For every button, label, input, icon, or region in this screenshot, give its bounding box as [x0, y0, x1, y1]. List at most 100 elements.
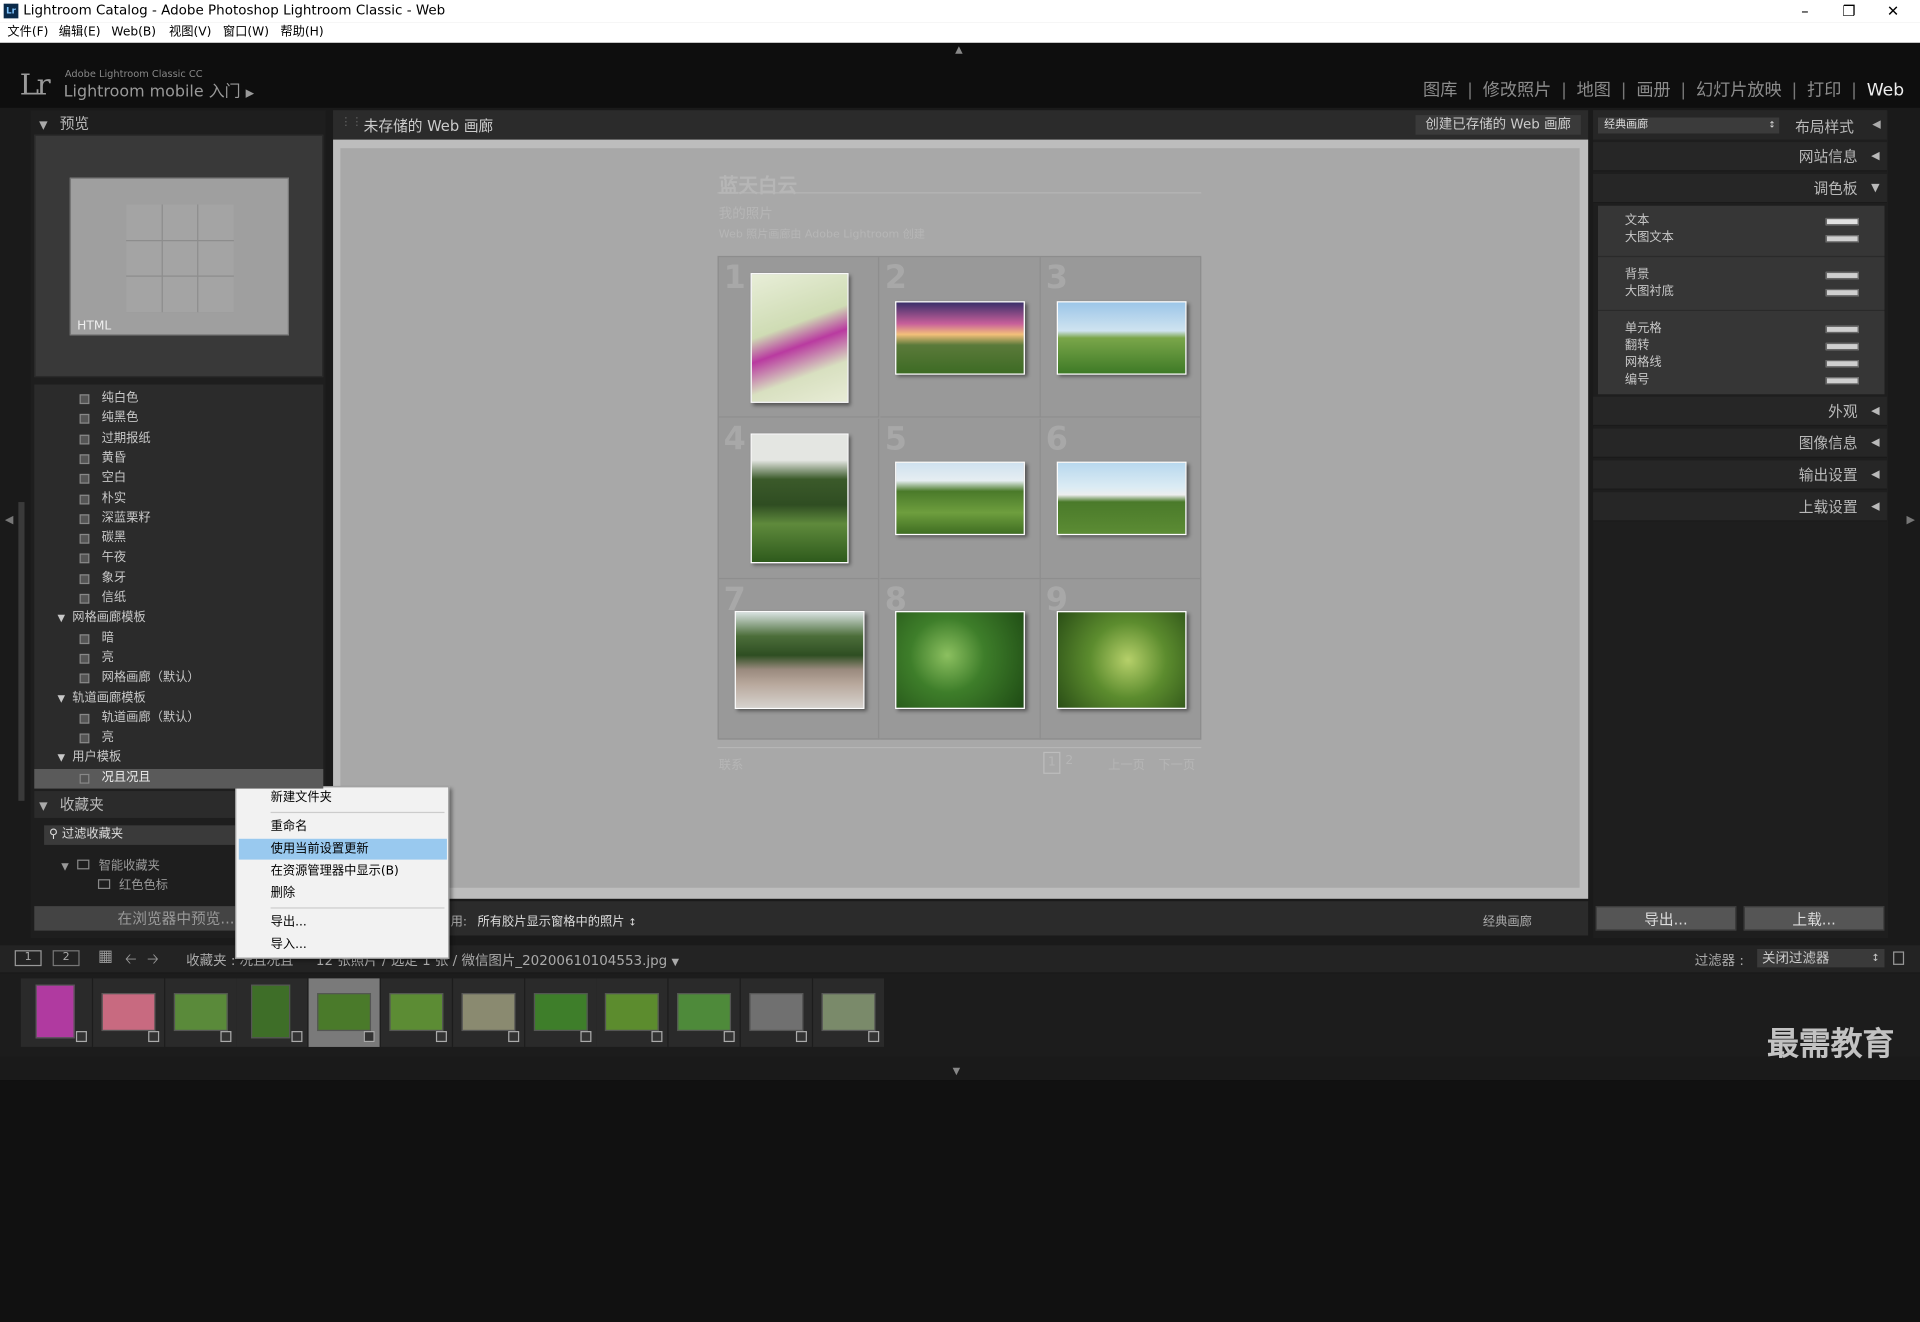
maximize-icon[interactable]: ❐ [1827, 0, 1871, 22]
menu-window[interactable]: 窗口(W) [223, 22, 269, 43]
photo-thumbnail[interactable] [895, 610, 1025, 709]
collapse-top-icon[interactable]: ▲ [955, 44, 963, 55]
pager-prev[interactable]: 上一页 [1108, 754, 1145, 772]
template-item[interactable]: 空白 [34, 469, 323, 489]
grid-view-icon[interactable]: ▦ [98, 948, 113, 966]
upload-button[interactable]: 上载... [1743, 906, 1885, 931]
template-item[interactable]: 亮 [34, 649, 323, 669]
photo-thumbnail[interactable] [1056, 300, 1186, 375]
photo-thumbnail[interactable] [895, 461, 1025, 536]
photo-thumbnail[interactable] [750, 272, 848, 403]
photo-thumbnail[interactable] [1056, 461, 1186, 536]
filmstrip-thumb[interactable] [92, 978, 164, 1047]
template-item[interactable]: 网格画廊（默认） [34, 669, 323, 689]
collapse-bottom-icon[interactable]: ▼ [953, 1065, 961, 1076]
template-item[interactable]: 信纸 [34, 589, 323, 609]
menu-view[interactable]: 视图(V) [169, 22, 211, 43]
template-folder[interactable]: ▼ 网格画廊模板 [34, 609, 323, 629]
filmstrip-thumb[interactable] [164, 978, 236, 1047]
forward-arrow-icon[interactable]: 🡢 [147, 948, 159, 974]
section-header[interactable]: 网站信息 ◀ [1593, 142, 1887, 172]
section-header[interactable]: 上载设置 ◀ [1593, 492, 1887, 522]
view-button-primary[interactable]: 1 [14, 950, 42, 967]
smart-collections-folder[interactable]: ▼ 智能收藏夹 [61, 855, 160, 873]
color-swatch[interactable] [1825, 360, 1859, 368]
template-item[interactable]: 象牙 [34, 569, 323, 589]
menu-help[interactable]: 帮助(H) [280, 22, 323, 43]
filmstrip-thumb[interactable] [524, 978, 596, 1047]
module-print[interactable]: 打印 [1807, 81, 1841, 101]
back-arrow-icon[interactable]: 🡠 [125, 948, 137, 974]
context-menu-item[interactable]: 重命名 [239, 817, 447, 838]
template-item[interactable]: 纯白色 [34, 389, 323, 409]
module-map[interactable]: 地图 [1577, 81, 1611, 101]
pager-next[interactable]: 下一页 [1158, 754, 1195, 772]
pager-page-1[interactable]: 1 [1043, 751, 1061, 774]
module-slideshow[interactable]: 幻灯片放映 [1696, 81, 1782, 101]
filmstrip-thumb[interactable] [20, 978, 92, 1047]
color-swatch[interactable] [1825, 217, 1859, 226]
filmstrip-thumb[interactable] [596, 978, 668, 1047]
template-item[interactable]: 过期报纸 [34, 429, 323, 449]
filter-lock-icon[interactable] [1893, 951, 1905, 965]
layout-select[interactable]: 经典画廊 ↕ [1597, 117, 1780, 134]
menu-file[interactable]: 文件(F) [7, 22, 48, 43]
module-library[interactable]: 图库 [1423, 81, 1457, 101]
color-swatch[interactable] [1825, 342, 1859, 351]
preview-panel-header[interactable]: ▼ 预览 [34, 110, 323, 137]
color-swatch[interactable] [1825, 377, 1859, 385]
minimize-icon[interactable]: – [1783, 0, 1827, 22]
photo-thumbnail[interactable] [895, 300, 1025, 375]
left-scrollbar[interactable] [18, 502, 25, 801]
filmstrip-thumb[interactable] [236, 978, 308, 1047]
section-header[interactable]: 外观 ◀ [1593, 396, 1887, 427]
filmstrip-thumb[interactable] [308, 978, 380, 1047]
filter-collections-field[interactable]: ⚲ 过滤收藏夹 [44, 825, 241, 845]
right-panel-toggle-icon[interactable]: ▶ [1907, 514, 1915, 526]
template-folder[interactable]: ▼ 用户模板 [34, 749, 323, 769]
template-item[interactable]: 况且况且 [34, 768, 324, 789]
context-menu-item[interactable]: 导入... [239, 934, 447, 955]
context-menu-item[interactable]: 新建文件夹 [239, 787, 447, 808]
photo-thumbnail[interactable] [750, 433, 848, 564]
template-folder[interactable]: ▼ 轨道画廊模板 [34, 689, 323, 709]
template-item[interactable]: 深蓝栗籽 [34, 509, 323, 529]
color-swatch[interactable] [1825, 235, 1859, 243]
module-web[interactable]: Web [1867, 81, 1904, 101]
module-develop[interactable]: 修改照片 [1483, 81, 1552, 101]
template-item[interactable]: 纯黑色 [34, 409, 323, 429]
section-header[interactable]: 图像信息 ◀ [1593, 428, 1887, 458]
close-icon[interactable]: ✕ [1871, 0, 1915, 22]
filmstrip-thumb[interactable] [452, 978, 524, 1047]
filmstrip-thumb[interactable] [380, 978, 452, 1047]
section-header[interactable]: 输出设置 ◀ [1593, 460, 1887, 490]
menu-web[interactable]: Web(B) [111, 22, 156, 43]
template-item[interactable]: 黄昏 [34, 449, 323, 469]
template-item[interactable]: 轨道画廊（默认） [34, 709, 323, 729]
section-header[interactable]: 调色板 ▼ [1593, 173, 1887, 204]
filmstrip-thumb[interactable] [740, 978, 812, 1047]
color-swatch[interactable] [1825, 288, 1859, 297]
context-menu-item[interactable]: 导出... [239, 912, 447, 933]
collapse-left-icon[interactable]: ◀ [1872, 119, 1880, 131]
view-button-secondary[interactable]: 2 [52, 950, 80, 967]
menu-edit[interactable]: 编辑(E) [59, 22, 101, 43]
color-swatch[interactable] [1825, 271, 1859, 280]
export-button[interactable]: 导出... [1595, 906, 1737, 931]
filter-dropdown[interactable]: 关闭过滤器 ↕ [1757, 948, 1885, 968]
mobile-intro-link[interactable]: Lightroom mobile 入门 ▶ [64, 78, 254, 101]
filmstrip-thumb[interactable] [668, 978, 740, 1047]
template-item[interactable]: 亮 [34, 729, 323, 749]
template-item[interactable]: 朴实 [34, 489, 323, 509]
module-book[interactable]: 画册 [1636, 81, 1670, 101]
context-menu-item[interactable]: 删除 [239, 883, 447, 904]
photo-thumbnail[interactable] [1056, 610, 1186, 709]
use-dropdown[interactable]: 所有胶片显示窗格中的照片 ↕ [478, 911, 637, 929]
create-saved-gallery-button[interactable]: 创建已存储的 Web 画廊 [1415, 115, 1581, 135]
template-item[interactable]: 午夜 [34, 549, 323, 569]
template-item[interactable]: 碳黑 [34, 529, 323, 549]
pager-page-2[interactable]: 2 [1065, 754, 1073, 767]
filmstrip-thumb[interactable] [812, 978, 884, 1047]
color-swatch[interactable] [1825, 325, 1859, 334]
red-label-collection[interactable]: 红色色标 [97, 874, 168, 893]
